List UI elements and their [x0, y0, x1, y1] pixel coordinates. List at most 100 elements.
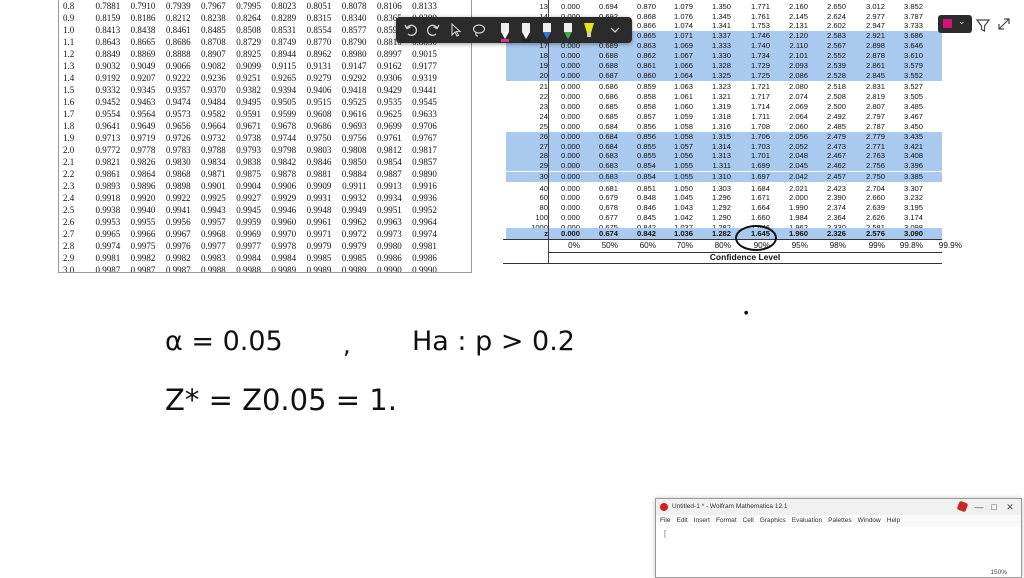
table-cell: 0.686: [598, 92, 618, 101]
pen-icon[interactable]: [517, 21, 535, 42]
table-cell: 0.8770: [306, 37, 332, 47]
menu-item-file[interactable]: File: [660, 517, 670, 524]
table-cell: 0.9147: [341, 61, 367, 71]
table-cell: 0.9913: [376, 181, 402, 191]
window-title-bar[interactable]: Untitled-1 * - Wolfram Mathematica 12.1 …: [656, 499, 1021, 515]
table-row: 2.2 0.9861 0.9864 0.9868 0.9871 0.9875 0.9878 0…: [59, 168, 471, 180]
table-cell: 0.9959: [236, 217, 261, 227]
menu-item-format[interactable]: Format: [716, 517, 737, 524]
more-icon[interactable]: [606, 21, 624, 39]
pen-icon[interactable]: [559, 21, 577, 39]
table-cell: 0.9904: [236, 181, 261, 191]
table-row: 2.9 0.9981 0.9982 0.9982 0.9983 0.9984 0.9984 0…: [59, 252, 471, 264]
tag-icon: [956, 500, 969, 513]
table-row: 3.0 0.9987 0.9987 0.9987 0.9988 0.9988 0.9989 0…: [59, 264, 471, 273]
table-cell: 3.883: [922, 61, 942, 71]
table-cell: 0.857: [636, 112, 656, 121]
mathematica-window[interactable]: Untitled-1 * - Wolfram Mathematica 12.1 …: [655, 498, 1022, 578]
menu-item-evaluation[interactable]: Evaluation: [792, 517, 822, 524]
table-cell: 1.319: [711, 102, 731, 111]
table-cell: 0.9918: [95, 193, 121, 203]
table-cell: 0.000: [560, 82, 580, 91]
table-cell: 0.9370: [201, 85, 226, 95]
chevron-down-icon: ⌄: [958, 16, 966, 26]
table-cell: 0.859: [636, 82, 656, 91]
table-cell: 0.848: [636, 193, 656, 202]
pen-icon[interactable]: [538, 21, 556, 39]
table-cell: 0.9868: [165, 169, 191, 179]
table-cell: 2.947: [865, 21, 885, 30]
table-cell: 0.9082: [201, 61, 226, 71]
z-row-label: 2.9: [63, 253, 75, 263]
redo-icon[interactable]: [424, 21, 442, 39]
table-cell: 0.684: [598, 122, 618, 131]
table-cell: 0.9962: [341, 217, 367, 227]
table-cell: 0.8790: [341, 37, 367, 47]
z-row-label: 2.2: [63, 169, 75, 179]
color-picker[interactable]: ⌄: [938, 15, 972, 33]
z-row-label: 2.4: [63, 193, 75, 203]
table-cell: 0.9952: [412, 205, 437, 215]
table-cell: 0.8340: [341, 13, 367, 23]
table-cell: 0.9535: [376, 97, 402, 107]
table-row: 100 0.000 0.677 0.845 1.042 1.290 1.660 1.984 2.…: [506, 213, 942, 223]
table-cell: 0.7995: [236, 1, 261, 11]
table-cell: 0.9826: [130, 157, 156, 167]
zoom-level[interactable]: 150%: [990, 569, 1007, 576]
table-cell: 0.9990: [412, 265, 437, 273]
minimize-button[interactable]: —: [972, 499, 986, 515]
table-cell: 1.328: [711, 61, 731, 70]
table-cell: 0.000: [560, 151, 580, 160]
menu-item-help[interactable]: Help: [887, 517, 900, 524]
table-cell: 2.000: [788, 193, 808, 202]
table-cell: 0.9871: [201, 169, 226, 179]
table-row: 60 0.000 0.679 0.848 1.045 1.296 1.671 2.000 2.3…: [506, 193, 942, 203]
table-row: 2.5 0.9938 0.9940 0.9941 0.9943 0.9945 0.9946 0…: [59, 204, 471, 216]
table-cell: 2.626: [865, 213, 885, 222]
table-cell: 0.9948: [306, 205, 332, 215]
notebook-body[interactable]: [ 150%: [656, 527, 1021, 576]
table-cell: 0.9909: [306, 181, 332, 191]
table-row: 1.2 0.8849 0.8869 0.8888 0.8907 0.8925 0.8944 0…: [59, 48, 471, 60]
table-cell: 2.787: [865, 122, 885, 131]
table-cell: 0.9582: [201, 109, 226, 119]
menu-item-graphics[interactable]: Graphics: [760, 517, 786, 524]
highlighter-icon[interactable]: [580, 21, 598, 39]
menu-item-palettes[interactable]: Palettes: [828, 517, 852, 524]
table-cell: 0.9881: [306, 169, 332, 179]
table-cell: 1.074: [673, 21, 693, 30]
table-cell: 0.9955: [130, 217, 156, 227]
table-cell: 0.7967: [201, 1, 226, 11]
table-cell: 0.8962: [306, 49, 332, 59]
close-button[interactable]: ✕: [1003, 499, 1017, 515]
lasso-icon[interactable]: [470, 21, 488, 39]
menu-item-edit[interactable]: Edit: [676, 517, 687, 524]
table-cell: 0.9177: [412, 61, 437, 71]
table-row: 28 0.000 0.683 0.855 1.056 1.313 1.701 2.048 2.4…: [506, 151, 942, 162]
table-row: 1.8 0.9641 0.9649 0.9656 0.9664 0.9671 0.9678 0…: [59, 120, 471, 132]
menu-item-window[interactable]: Window: [858, 517, 881, 524]
menu-item-insert[interactable]: Insert: [694, 517, 710, 524]
table-cell: 0.9968: [201, 229, 226, 239]
table-row: 0.8 0.7881 0.7910 0.7939 0.7967 0.7995 0.8023 0…: [59, 0, 471, 12]
table-cell: 0.8708: [201, 37, 226, 47]
table-cell: 0.9850: [341, 157, 367, 167]
table-cell: 0.9927: [236, 193, 261, 203]
maximize-button[interactable]: □: [987, 499, 1001, 515]
undo-icon[interactable]: [402, 21, 420, 39]
table-row: 2.3 0.9893 0.9896 0.9898 0.9901 0.9904 0.9906 0…: [59, 180, 471, 192]
table-cell: 0.9971: [306, 229, 332, 239]
expand-icon[interactable]: [997, 17, 1011, 31]
z-row-label: 1.6: [63, 97, 75, 107]
table-cell: 3.485: [903, 102, 923, 111]
menu-item-cell[interactable]: Cell: [743, 517, 754, 524]
table-cell: 0.9967: [165, 229, 191, 239]
filter-icon[interactable]: [975, 17, 991, 33]
table-cell: 1.660: [750, 213, 770, 222]
table-row: 25 0.000 0.684 0.856 1.058 1.316 1.708 2.060 2.4…: [506, 122, 942, 132]
pen-icon[interactable]: [496, 21, 514, 42]
table-cell: 3.674: [922, 151, 942, 161]
pointer-icon[interactable]: [446, 21, 464, 39]
table-cell: 0.9988: [236, 265, 261, 273]
table-cell: 1.058: [673, 122, 693, 131]
